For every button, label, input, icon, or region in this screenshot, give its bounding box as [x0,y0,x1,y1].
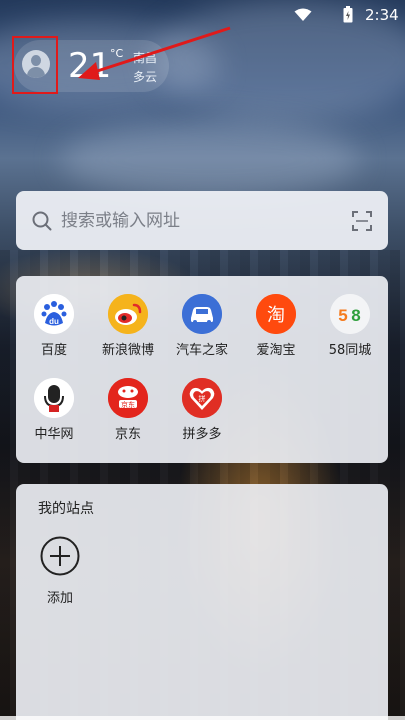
quick-link-label: 58同城 [328,343,372,358]
baidu-icon: du [34,294,74,334]
quick-link-china-com[interactable]: 中华网 [17,378,91,458]
sky-cloud [60,120,360,200]
search-bar[interactable]: 搜索或输入网址 [16,191,388,250]
svg-text:京东: 京东 [121,400,135,409]
svg-text:拼: 拼 [199,394,206,403]
quick-link-label: 汽车之家 [175,343,228,358]
quick-link-label: 新浪微博 [101,343,154,358]
svg-text:du: du [49,317,59,326]
58-icon: 5 8 [330,294,370,334]
battery-icon [343,6,353,23]
my-sites-title: 我的站点 [38,501,94,517]
quick-links-card: du 百度 新浪微博 汽车之家 淘 爱淘宝 5 8 58同城 中华网 京东 京东… [16,276,388,463]
china-com-icon [34,378,74,418]
scan-icon[interactable] [352,211,372,231]
quick-link-label: 爱淘宝 [256,343,296,358]
quick-link-label: 中华网 [34,427,74,442]
plus-circle-icon[interactable] [40,536,80,576]
quick-link-jd[interactable]: 京东 京东 [91,378,165,458]
search-icon [32,211,52,231]
quick-link-label: 拼多多 [182,427,222,442]
autohome-icon [182,294,222,334]
quick-link-label: 京东 [114,427,141,442]
svg-text:8: 8 [351,306,360,325]
add-site-label[interactable]: 添加 [36,587,84,606]
quick-link-label: 百度 [40,343,67,358]
taobao-icon: 淘 [256,294,296,334]
quick-link-taobao[interactable]: 淘 爱淘宝 [239,294,313,374]
svg-text:5: 5 [338,306,347,325]
pinduoduo-icon: 拼 [182,378,222,418]
quick-link-pinduoduo[interactable]: 拼 拼多多 [165,378,239,458]
annotation-arrow-icon [78,26,231,80]
wifi-icon [294,8,312,21]
quick-link-weibo[interactable]: 新浪微博 [91,294,165,374]
bottom-edge [0,716,405,720]
svg-text:淘: 淘 [267,305,285,326]
quick-link-baidu[interactable]: du 百度 [17,294,91,374]
weibo-icon [108,294,148,334]
quick-link-58[interactable]: 5 8 58同城 [313,294,387,374]
search-input[interactable]: 搜索或输入网址 [61,210,180,232]
avatar-highlight-box [12,36,58,94]
home-screen: 2:34 21 °C 南昌 多云 搜索或输入网址 du 百度 新浪微博 汽车之家… [0,0,405,720]
jd-icon: 京东 [108,378,148,418]
my-sites-card: 我的站点 添加 [16,484,388,720]
status-time: 2:34 [365,6,399,24]
quick-link-autohome[interactable]: 汽车之家 [165,294,239,374]
